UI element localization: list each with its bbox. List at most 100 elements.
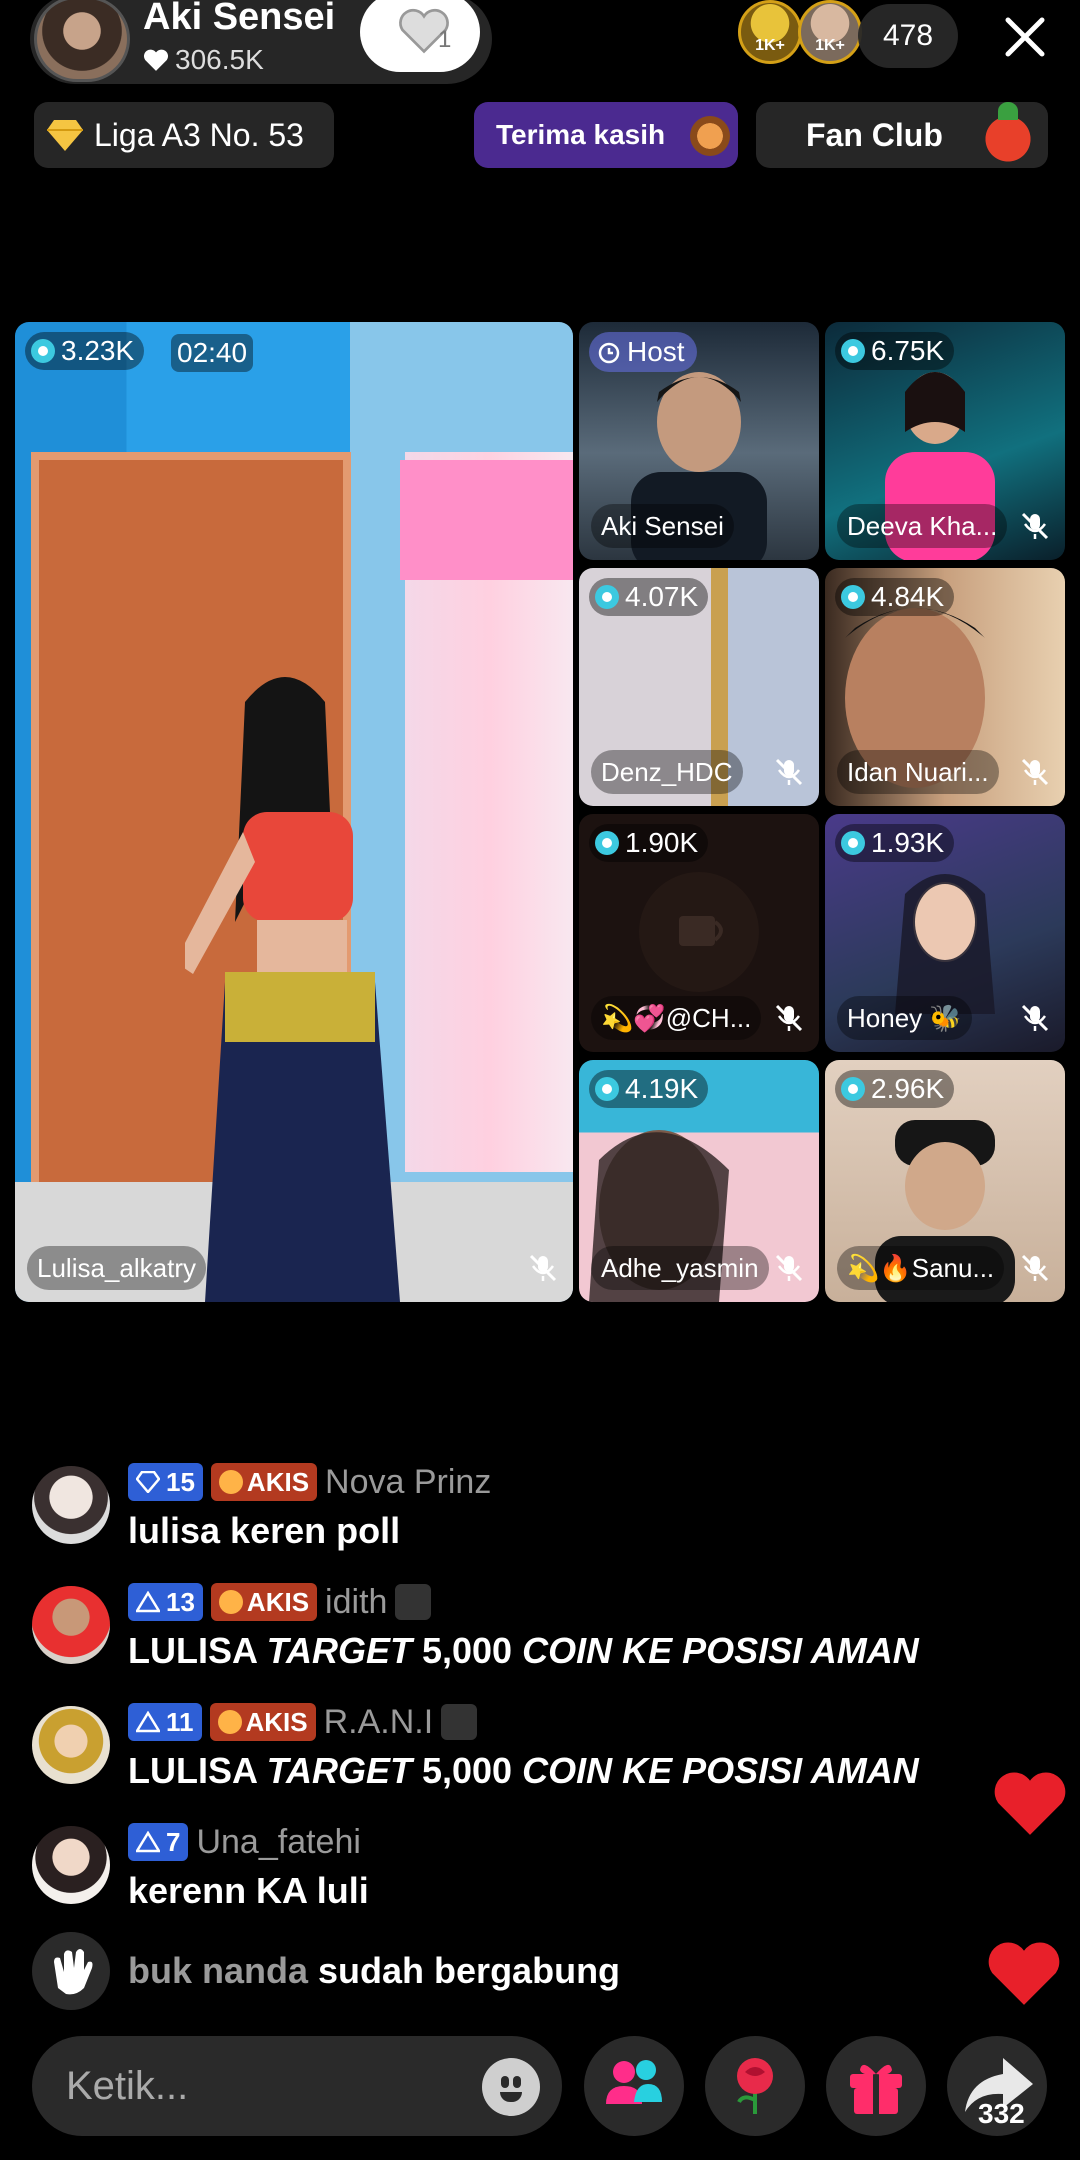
guest-tile-3[interactable]: 4.07K Denz_HDC [579, 568, 819, 806]
gift-icon [850, 2064, 902, 2114]
league-rank-pill[interactable]: Liga A3 No. 53 [34, 102, 334, 168]
triangle-icon [136, 1711, 160, 1733]
user-level-badge: 7 [128, 1823, 189, 1861]
thanks-pill[interactable]: Terima kasih [474, 102, 738, 168]
guest-tile-2[interactable]: 6.75K Deeva Kha... [825, 322, 1065, 560]
battle-timer: 02:40 [171, 334, 254, 372]
guest-name[interactable]: Aki Sensei [591, 504, 734, 548]
user-level: 7 [166, 1826, 181, 1857]
close-icon[interactable] [1000, 12, 1050, 62]
join-username[interactable]: buk nanda [128, 1950, 308, 1991]
guest-tile-5[interactable]: 1.90K 💫💞@CH... [579, 814, 819, 1052]
thanks-label: Terima kasih [496, 119, 666, 150]
guest-name[interactable]: Denz_HDC [591, 750, 743, 794]
fan-club-badge-label: AKIS [246, 1586, 310, 1617]
multi-guest-button[interactable] [584, 2036, 684, 2136]
league-rank-label: Liga A3 No. 53 [94, 116, 304, 153]
guest-name[interactable]: 💫🔥Sanu... [837, 1246, 1005, 1290]
chat-username[interactable]: Una_fatehi [196, 1823, 360, 1862]
guest-name[interactable]: Honey 🐝 [837, 996, 972, 1040]
wave-hand-icon [32, 1932, 110, 2010]
floating-heart-icon [994, 1772, 1066, 1835]
chat-username[interactable]: R.A.N.I [324, 1703, 434, 1742]
chat-text: LULISA TARGET 5,000 COIN KE POSISI AMAN [128, 1750, 919, 1792]
guest-name[interactable]: Deeva Kha... [837, 504, 1008, 548]
guest-name[interactable]: Idan Nuari... [837, 750, 999, 794]
guest-score-badge[interactable]: 4.84K [835, 578, 955, 616]
rose-icon [737, 2058, 773, 2114]
emoji-icon[interactable] [482, 2058, 540, 2116]
guest-tile-4[interactable]: 4.84K Idan Nuari... [825, 568, 1065, 806]
guest-name[interactable]: Adhe_yasmin [591, 1246, 769, 1290]
main-guest-name[interactable]: Lulisa_alkatry [27, 1246, 206, 1290]
like-button[interactable]: 1 [360, 0, 480, 72]
guest-score-badge[interactable]: 1.93K [835, 824, 955, 862]
guest-score-badge[interactable]: 2.96K [835, 1070, 955, 1108]
multi-guest-icon [606, 2060, 662, 2104]
chat-text-part: LULISA [128, 1750, 267, 1791]
chat-text-italic: TARGET [266, 1630, 412, 1671]
moderator-icon [441, 1704, 478, 1740]
gift-button[interactable] [826, 2036, 926, 2136]
guest-score-badge[interactable]: 4.07K [589, 578, 709, 616]
host-avatar[interactable] [34, 0, 130, 82]
guest-score: 1.90K [625, 827, 699, 858]
avatar[interactable] [32, 1466, 110, 1544]
diamond-icon [47, 120, 83, 151]
guest-tile-8[interactable]: 2.96K 💫🔥Sanu... [825, 1060, 1065, 1302]
heart-badge-icon [218, 1590, 243, 1614]
background-curtain-top [400, 460, 573, 580]
likes-count: 306.5K [175, 44, 264, 75]
main-guest-score-badge[interactable]: 3.23K [25, 332, 145, 370]
chat-text: lulisa keren poll [128, 1510, 401, 1551]
chat-username[interactable]: idith [325, 1583, 387, 1622]
comment-input[interactable] [66, 2060, 446, 2112]
diamond-icon [136, 1471, 160, 1493]
alarm-clock-icon [598, 342, 620, 364]
join-notice: buk nanda sudah bergabung [32, 1932, 1032, 2012]
chat-text-part: 5,000 [411, 1750, 523, 1791]
top-gifter-avatar-1[interactable]: 1K+ [738, 0, 802, 64]
guest-tile-host[interactable]: Host Aki Sensei [579, 322, 819, 560]
rose-gift-button[interactable] [705, 2036, 805, 2136]
fan-club-pill[interactable]: Fan Club [756, 102, 1048, 168]
guest-tile-6[interactable]: 1.93K Honey 🐝 [825, 814, 1065, 1052]
guest-score-badge[interactable]: 6.75K [835, 332, 955, 370]
main-guest-video[interactable]: 3.23K 02:40 Lulisa_alkatry [15, 322, 573, 1302]
mic-muted-icon [1021, 1004, 1049, 1032]
heart-badge-icon [217, 1710, 242, 1734]
mic-muted-icon [775, 1254, 803, 1282]
guest-name[interactable]: 💫💞@CH... [591, 996, 762, 1040]
avatar[interactable] [32, 1706, 110, 1784]
score-gem-icon [841, 585, 865, 609]
top-gifter-avatar-2[interactable]: 1K+ [798, 0, 862, 64]
score-gem-icon [841, 831, 865, 855]
fan-club-badge-label: AKIS [245, 1706, 308, 1737]
avatar[interactable] [32, 1826, 110, 1904]
guest-score-badge[interactable]: 1.90K [589, 824, 709, 862]
user-level: 11 [166, 1706, 194, 1737]
moderator-icon [395, 1584, 432, 1620]
mic-muted-icon [1021, 512, 1049, 540]
triangle-icon [136, 1591, 160, 1613]
viewer-count[interactable]: 478 [858, 4, 958, 68]
like-button-count: 1 [438, 26, 452, 53]
score-gem-icon [841, 339, 865, 363]
guest-score-badge[interactable]: 4.19K [589, 1070, 709, 1108]
chat-text-italic: TARGET [266, 1750, 412, 1791]
chat-text-part: 5,000 [411, 1630, 523, 1671]
user-level: 13 [166, 1586, 195, 1617]
avatar[interactable] [32, 1586, 110, 1664]
mic-muted-icon [775, 1004, 803, 1032]
main-guest-score: 3.23K [61, 335, 135, 366]
guest-score: 4.84K [871, 581, 945, 612]
gifter-badge-label: 1K+ [755, 37, 785, 54]
chat-username[interactable]: Nova Prinz [325, 1463, 491, 1502]
score-gem-icon [595, 585, 619, 609]
score-gem-icon [595, 1077, 619, 1101]
user-level-badge: 11 [128, 1703, 202, 1741]
guest-tile-7[interactable]: 4.19K Adhe_yasmin [579, 1060, 819, 1302]
host-likes: 306.5K [143, 44, 264, 76]
user-level-badge: 13 [128, 1583, 203, 1621]
comment-bar[interactable] [32, 2036, 562, 2136]
